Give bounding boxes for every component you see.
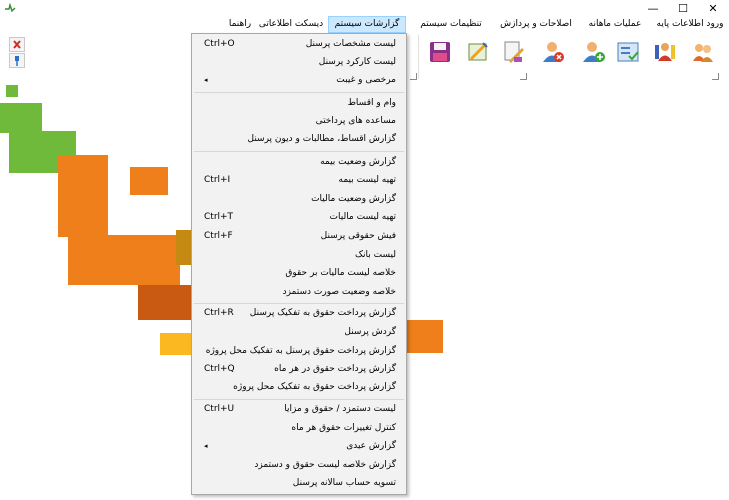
close-window-button[interactable]: ✕ xyxy=(698,0,728,16)
title-bar: — ☐ ✕ xyxy=(0,0,729,16)
shortcut-label: Ctrl+Q xyxy=(204,364,235,374)
menu-system-reports[interactable]: گزارشات سیستم xyxy=(328,16,406,33)
menu-item-tax-summary[interactable]: خلاصه لیست مالیات بر حقوق xyxy=(192,264,406,282)
menu-item-label: گزارش وضعیت بیمه xyxy=(320,157,396,167)
menu-item-personnel-work[interactable]: لیست کارکرد پرسنل xyxy=(192,53,406,71)
menu-item-payment-per-month[interactable]: گزارش پرداخت حقوق در هر ماه Ctrl+Q xyxy=(192,360,406,378)
shortcut-label: Ctrl+O xyxy=(204,39,235,49)
menu-item-insurance-status[interactable]: گزارش وضعیت بیمه xyxy=(192,153,406,171)
menu-item-tax-list[interactable]: تهیه لیست مالیات Ctrl+T xyxy=(192,208,406,226)
menu-corrections-processing[interactable]: اصلاحات و پردازش xyxy=(494,17,578,32)
menu-item-label: گردش پرسنل xyxy=(344,327,396,337)
group-launcher-icon[interactable] xyxy=(520,73,527,80)
group-launcher-icon[interactable] xyxy=(410,73,417,80)
shortcut-label: Ctrl+T xyxy=(204,212,234,222)
menu-item-payment-by-project[interactable]: گزارش پرداخت حقوق به تفکیک محل پروژه xyxy=(192,378,406,396)
menu-item-monthly-salary-changes[interactable]: کنترل تغییرات حقوق هر ماه xyxy=(192,419,406,437)
submenu-arrow-icon: ◂ xyxy=(204,442,208,450)
menu-item-label: تهیه لیست بیمه xyxy=(338,175,397,185)
decor-block xyxy=(160,333,194,355)
menu-item-label: گزارش پرداخت حقوق در هر ماه xyxy=(274,364,396,374)
menu-item-label: تسویه حساب سالانه پرسنل xyxy=(292,478,396,488)
menu-item-insurance-list[interactable]: تهیه لیست بیمه Ctrl+I xyxy=(192,171,406,189)
menu-item-label: لیست کارکرد پرسنل xyxy=(318,57,396,67)
menu-item-label: لیست دستمزد / حقوق و مزایا xyxy=(284,404,396,414)
menu-item-personnel-turnover[interactable]: گردش پرسنل xyxy=(192,323,406,341)
menu-item-salary-summary-report[interactable]: گزارش خلاصه لیست حقوق و دستمزد xyxy=(192,456,406,474)
edit-document-icon[interactable] xyxy=(500,39,526,65)
menu-item-installments-report[interactable]: گزارش اقساط، مطالبات و دیون پرسنل xyxy=(192,130,406,148)
menu-item-annual-settlement[interactable]: تسویه حساب سالانه پرسنل xyxy=(192,474,406,492)
shortcut-label: Ctrl+R xyxy=(204,308,234,318)
menu-item-wage-summary[interactable]: خلاصه وضعیت صورت دستمزد xyxy=(192,283,406,301)
menu-item-bonus-report[interactable]: گزارش عیدی ◂ xyxy=(192,437,406,455)
menu-item-loans[interactable]: وام و اقساط xyxy=(192,94,406,112)
decor-block xyxy=(6,85,18,97)
menu-item-label: فیش حقوقی پرسنل xyxy=(320,231,396,241)
menu-monthly-operations[interactable]: عملیات ماهانه xyxy=(582,17,648,32)
remove-user-icon[interactable] xyxy=(540,39,566,65)
menu-separator xyxy=(194,151,404,152)
group-launcher-icon[interactable] xyxy=(712,73,719,80)
shortcut-label: Ctrl+U xyxy=(204,404,235,414)
shortcut-label: Ctrl+I xyxy=(204,175,231,185)
decor-block xyxy=(68,235,180,285)
menu-item-payment-personnel-by-project[interactable]: گزارش پرداخت حقوق پرسنل به تفکیک محل پرو… xyxy=(192,342,406,360)
menu-item-label: وام و اقساط xyxy=(347,98,396,108)
menu-item-label: گزارش پرداخت حقوق پرسنل به تفکیک محل پرو… xyxy=(205,346,396,356)
menu-item-label: گزارش پرداخت حقوق به تفکیک محل پروژه xyxy=(233,382,396,392)
report-icon[interactable] xyxy=(465,39,491,65)
minimize-button[interactable]: — xyxy=(638,0,668,16)
menu-item-label: گزارش پرداخت حقوق به تفکیک پرسنل xyxy=(249,308,396,318)
reports-dropdown-menu: لیست مشخصات پرسنل Ctrl+O لیست کارکرد پرس… xyxy=(191,33,407,495)
pin-panel-button[interactable] xyxy=(9,53,25,68)
decor-block xyxy=(405,320,443,353)
shortcut-label: Ctrl+F xyxy=(204,231,233,241)
menu-item-label: خلاصه وضعیت صورت دستمزد xyxy=(282,287,396,297)
add-user-icon[interactable] xyxy=(580,39,606,65)
menu-item-label: گزارش اقساط، مطالبات و دیون پرسنل xyxy=(247,134,396,144)
toolbar-group-divider xyxy=(418,35,419,79)
menu-item-payment-by-personnel[interactable]: گزارش پرداخت حقوق به تفکیک پرسنل Ctrl+R xyxy=(192,304,406,322)
menu-item-label: مساعده های پرداختی xyxy=(315,116,396,126)
maximize-button[interactable]: ☐ xyxy=(668,0,698,16)
pin-icon xyxy=(15,56,19,66)
menu-item-label: گزارش خلاصه لیست حقوق و دستمزد xyxy=(254,460,396,470)
decor-block xyxy=(176,230,192,265)
checklist-icon[interactable] xyxy=(615,39,641,65)
menu-item-label: گزارش وضعیت مالیات xyxy=(311,194,396,204)
menu-item-leave-absence[interactable]: مرخصی و غیبت ◂ xyxy=(192,71,406,89)
menu-bar: ورود اطلاعات پایه عملیات ماهانه اصلاحات … xyxy=(0,16,729,34)
decor-block xyxy=(58,155,108,237)
menu-help[interactable]: راهنما xyxy=(224,17,256,32)
submenu-arrow-icon: ◂ xyxy=(204,76,208,84)
close-icon xyxy=(13,40,21,49)
decor-block xyxy=(0,103,42,133)
menu-system-settings[interactable]: تنظیمات سیستم xyxy=(412,17,490,32)
menu-item-label: لیست بانک xyxy=(355,250,396,260)
menu-item-label: خلاصه لیست مالیات بر حقوق xyxy=(285,268,396,278)
decor-block xyxy=(138,285,192,320)
close-panel-button[interactable] xyxy=(9,37,25,52)
menu-data-diskette[interactable]: دیسکت اطلاعاتی xyxy=(256,17,326,32)
menu-item-personnel-specs[interactable]: لیست مشخصات پرسنل Ctrl+O xyxy=(192,35,406,53)
menu-item-bank-list[interactable]: لیست بانک xyxy=(192,246,406,264)
menu-item-label: تهیه لیست مالیات xyxy=(329,212,396,222)
menu-item-label: گزارش عیدی xyxy=(346,441,396,451)
personnel-settings-icon[interactable] xyxy=(652,39,678,65)
menu-separator xyxy=(194,92,404,93)
save-disk-icon[interactable] xyxy=(427,39,453,65)
menu-item-advances[interactable]: مساعده های پرداختی xyxy=(192,112,406,130)
menu-item-label: مرخصی و غیبت xyxy=(336,75,396,85)
menu-item-wage-list[interactable]: لیست دستمزد / حقوق و مزایا Ctrl+U xyxy=(192,400,406,418)
menu-item-payslip[interactable]: فیش حقوقی پرسنل Ctrl+F xyxy=(192,227,406,245)
menu-item-label: لیست مشخصات پرسنل xyxy=(305,39,396,49)
menu-item-label: کنترل تغییرات حقوق هر ماه xyxy=(291,423,396,433)
personnel-icon[interactable] xyxy=(690,39,716,65)
decor-block xyxy=(130,167,168,195)
menu-basic-info[interactable]: ورود اطلاعات پایه xyxy=(652,17,728,32)
menu-item-tax-status[interactable]: گزارش وضعیت مالیات xyxy=(192,190,406,208)
app-logo-icon xyxy=(5,3,16,13)
